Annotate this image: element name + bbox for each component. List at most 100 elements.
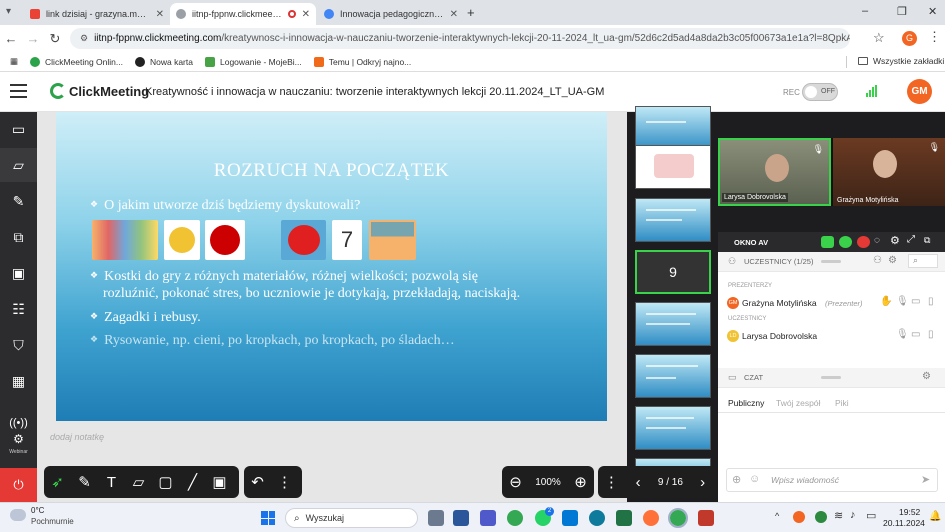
send-icon[interactable]: ➤ [921, 473, 930, 486]
video-file-icon[interactable]: ▣ [0, 256, 37, 290]
screen-icon[interactable]: ▯ [928, 329, 934, 340]
site-info-icon[interactable]: ⚙ [80, 33, 88, 44]
whiteboard-icon[interactable]: ✎ [0, 184, 37, 218]
volume-icon[interactable]: ♪ [850, 509, 856, 521]
bookmark-star-icon[interactable]: ☆ [873, 30, 885, 46]
camera-icon[interactable]: ▭ [911, 296, 920, 307]
next-slide-icon[interactable]: › [689, 474, 716, 491]
sticky-note-icon[interactable]: ▱ [125, 473, 152, 491]
slide-thumbnail-selected[interactable]: 9 [635, 250, 711, 294]
forward-icon[interactable]: → [22, 31, 44, 46]
app-icon[interactable] [698, 510, 714, 526]
video-tile[interactable]: Larysa Dobrovolska 🎙 [718, 138, 831, 206]
windows-start-icon[interactable] [261, 511, 275, 525]
clock-time[interactable]: 19:52 [899, 507, 920, 517]
settings-icon[interactable]: ⚙ [922, 371, 931, 382]
close-tab-icon[interactable]: ✕ [156, 9, 164, 20]
new-tab-button[interactable]: + [467, 5, 475, 20]
webinar-icon[interactable]: ⚙ [0, 430, 37, 448]
slide-thumbnail[interactable] [635, 406, 711, 450]
settings-icon[interactable]: ⚙ [888, 255, 897, 266]
excel-icon[interactable] [616, 510, 632, 526]
settings-icon[interactable]: ⚙ [890, 234, 900, 247]
close-tab-icon[interactable]: ✕ [450, 9, 458, 20]
shield-icon[interactable]: ⛉ [0, 328, 37, 362]
maximize-button[interactable]: ❐ [897, 5, 907, 18]
hand-off-icon[interactable] [857, 236, 870, 248]
reload-icon[interactable]: ↻ [44, 31, 66, 47]
tab-list-icon[interactable]: ▾ [6, 6, 20, 18]
expand-icon[interactable]: ⤢ [907, 234, 915, 245]
close-window-button[interactable]: ✕ [928, 5, 937, 18]
close-tab-icon[interactable]: ✕ [302, 9, 310, 20]
slide-thumbnail[interactable] [635, 145, 711, 189]
tab-gmail[interactable]: link dzisiaj - grazyna.motylinska ✕ [24, 3, 170, 25]
mic-icon[interactable]: 🎙 [896, 329, 909, 340]
emoji-icon[interactable]: ☺ [749, 473, 760, 485]
chrome-active-icon[interactable] [668, 508, 688, 528]
task-view-icon[interactable] [428, 510, 444, 526]
mic-icon[interactable]: 🎙 [896, 296, 909, 307]
tab-innowacja[interactable]: Innowacja pedagogiczna kl 4-8 ✕ [318, 3, 464, 25]
camera-icon[interactable]: ▭ [911, 329, 920, 340]
text-icon[interactable]: T [98, 474, 125, 491]
search-icon[interactable]: ⌕ [908, 254, 938, 268]
camera-icon[interactable]: ▭ [0, 112, 37, 146]
zoom-out-icon[interactable]: ⊖ [502, 473, 529, 491]
camera-on-icon[interactable] [821, 236, 834, 248]
pencil-icon[interactable]: ✎ [71, 473, 98, 491]
pointer-icon[interactable]: ➶ [44, 473, 71, 491]
minimize-button[interactable]: – [862, 5, 868, 17]
power-icon[interactable]: ⏻ [0, 468, 37, 502]
folder-icon[interactable]: ▱ [0, 148, 37, 182]
bookmark-temu[interactable]: Temu | Odkryj najno... [313, 56, 411, 67]
mic-on-icon[interactable] [839, 236, 852, 248]
slide-thumbnail[interactable] [635, 302, 711, 346]
chat-input[interactable]: ⊕ ☺ Wpisz wiadomość ➤ [726, 468, 938, 492]
drag-handle[interactable] [821, 376, 841, 379]
add-note-field[interactable]: dodaj notatkę [50, 432, 104, 442]
add-attachment-icon[interactable]: ⊕ [732, 473, 741, 486]
edge-icon[interactable] [589, 510, 605, 526]
share-screen-icon[interactable]: ⧉ [0, 220, 37, 254]
tray-app-icon[interactable] [793, 511, 805, 523]
chat-tab-piki[interactable]: Piki [835, 398, 849, 408]
more-menu-icon[interactable]: ⋮ [928, 29, 941, 45]
slide-thumbnail[interactable] [635, 198, 711, 242]
screen-icon[interactable]: ▯ [928, 296, 934, 307]
tray-app-icon[interactable] [815, 511, 827, 523]
chat-tab-team[interactable]: Twój zespół [776, 398, 820, 408]
bookmark-nowa-karta[interactable]: Nowa karta [134, 56, 193, 67]
poll-icon[interactable]: ☷ [0, 292, 37, 326]
apps-grid-icon[interactable]: ▦ [10, 56, 18, 67]
url-field[interactable]: ⚙ iitnp-fppnw.clickmeeting.com/kreatywno… [70, 28, 850, 49]
participant-row[interactable]: GM Grażyna Motylińska (Prezenter) ✋ 🎙 ▭ … [718, 294, 945, 312]
firefox-icon[interactable] [643, 510, 659, 526]
chat-bubble-icon[interactable]: ◌ [874, 235, 880, 246]
bookmark-mojebi[interactable]: Logowanie - MojeBi... [204, 56, 302, 67]
tab-clickmeeting[interactable]: iitnp-fppnw.clickmeeting.c ✕ [170, 3, 316, 25]
rectangle-icon[interactable]: ▢ [152, 473, 179, 491]
chrome-icon[interactable] [507, 510, 523, 526]
undo-icon[interactable]: ↶ [244, 473, 271, 491]
slide-thumbnail[interactable] [635, 106, 711, 150]
image-icon[interactable]: ▣ [206, 473, 233, 491]
wifi-icon[interactable]: ≋ [834, 509, 843, 522]
battery-icon[interactable]: ▭ [866, 509, 876, 522]
hamburger-menu-icon[interactable] [10, 84, 27, 98]
participant-row[interactable]: LD Larysa Dobrovolska 🎙 ▭ ▯ [718, 327, 945, 345]
all-bookmarks-folder[interactable]: Wszystkie zakładki [858, 56, 944, 66]
slide-thumbnail[interactable] [635, 354, 711, 398]
teams-icon[interactable] [480, 510, 496, 526]
back-icon[interactable]: ← [0, 31, 22, 46]
outlook-icon[interactable] [562, 510, 578, 526]
taskbar-search[interactable]: ⌕ Wyszukaj [285, 508, 418, 528]
drag-handle[interactable] [821, 260, 841, 263]
video-tile[interactable]: Grażyna Motylińska 🎙 [833, 138, 945, 206]
hand-off-icon[interactable]: ✋ [880, 296, 892, 307]
user-avatar[interactable]: GM [907, 79, 932, 104]
profile-avatar[interactable]: G [902, 31, 917, 46]
clock-date[interactable]: 20.11.2024 [883, 518, 925, 528]
apps-icon[interactable]: ▦ [0, 364, 37, 398]
word-icon[interactable] [453, 510, 469, 526]
